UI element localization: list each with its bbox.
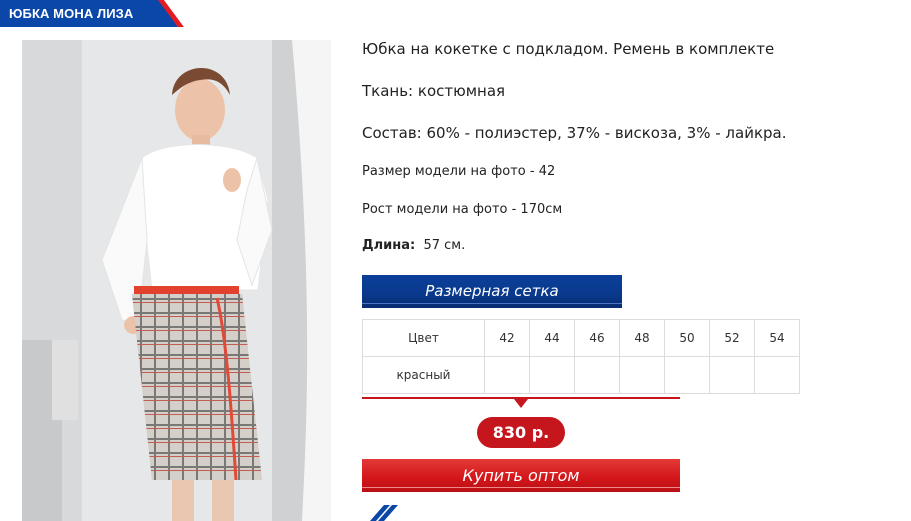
quantity-cell-50[interactable] xyxy=(664,356,710,394)
length-value: 57 см. xyxy=(423,238,466,253)
size-header-42: 42 xyxy=(484,319,530,357)
size-header-54: 54 xyxy=(754,319,800,357)
price-pointer-icon xyxy=(514,399,528,408)
description-line-4: Размер модели на фото - 42 xyxy=(362,164,556,179)
description-line-1: Юбка на кокетке с подкладом. Ремень в ко… xyxy=(362,40,775,58)
product-title-tab: ЮБКА МОНА ЛИЗА xyxy=(0,0,178,27)
color-name: красный xyxy=(362,356,485,394)
description-line-3: Состав: 60% - полиэстер, 37% - вискоза, … xyxy=(362,124,787,142)
product-title: ЮБКА МОНА ЛИЗА xyxy=(9,6,134,21)
size-header-46: 46 xyxy=(574,319,620,357)
size-header-44: 44 xyxy=(529,319,575,357)
quantity-cell-48[interactable] xyxy=(619,356,665,394)
length-line: Длина: 57 см. xyxy=(362,238,465,253)
buy-wholesale-button[interactable]: Купить оптом xyxy=(362,459,680,492)
description-line-5: Рост модели на фото - 170см xyxy=(362,202,563,217)
quantity-cell-52[interactable] xyxy=(709,356,755,394)
stripes-decoration-icon xyxy=(370,505,398,521)
quantity-cell-44[interactable] xyxy=(529,356,575,394)
size-chart-button[interactable]: Размерная сетка xyxy=(362,275,622,308)
size-header-48: 48 xyxy=(619,319,665,357)
length-label: Длина: xyxy=(362,238,416,253)
description-line-2: Ткань: костюмная xyxy=(362,82,506,100)
quantity-cell-54[interactable] xyxy=(754,356,800,394)
size-table-header-row: Цвет 42 44 46 48 50 52 54 xyxy=(362,319,800,357)
size-header-52: 52 xyxy=(709,319,755,357)
quantity-cell-46[interactable] xyxy=(574,356,620,394)
color-header: Цвет xyxy=(362,319,485,357)
quantity-cell-42[interactable] xyxy=(484,356,530,394)
table-row: красный xyxy=(362,356,800,394)
price-badge: 830 р. xyxy=(477,417,565,448)
size-header-50: 50 xyxy=(664,319,710,357)
product-photo xyxy=(22,40,331,521)
size-table: Цвет 42 44 46 48 50 52 54 красный xyxy=(362,319,800,394)
